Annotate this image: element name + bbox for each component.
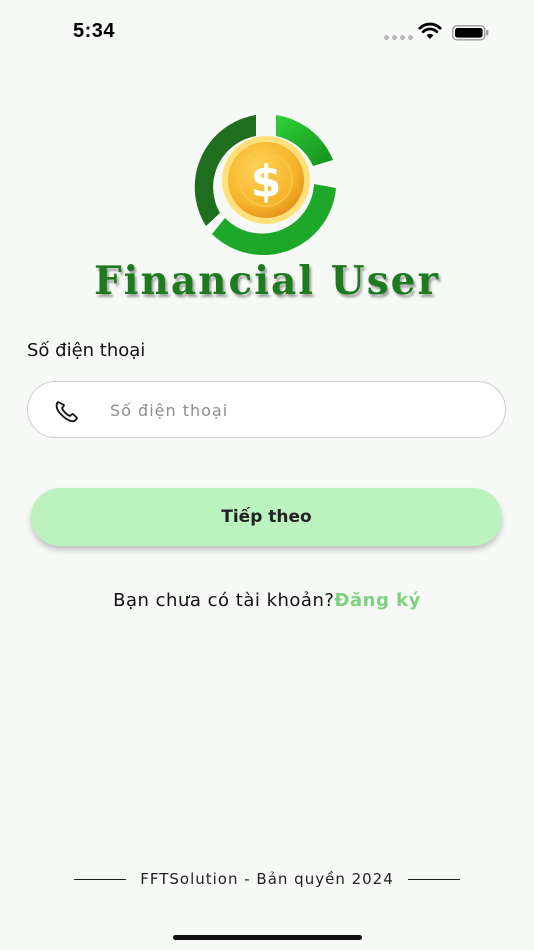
- next-button[interactable]: Tiếp theo: [31, 488, 502, 546]
- app-title: Financial User: [93, 258, 441, 304]
- signup-row: Bạn chưa có tài khoản?Đăng ký: [0, 590, 534, 611]
- battery-icon: [452, 25, 489, 41]
- signup-link[interactable]: Đăng ký: [334, 590, 420, 611]
- footer-text: FFTSolution - Bản quyền 2024: [140, 870, 394, 888]
- phone-input[interactable]: [108, 382, 492, 439]
- app-logo: $: [194, 115, 336, 256]
- wifi-icon: [418, 22, 442, 39]
- home-indicator[interactable]: [173, 935, 362, 940]
- footer: FFTSolution - Bản quyền 2024: [0, 870, 534, 888]
- phone-label: Số điện thoại: [27, 340, 146, 361]
- status-bar: 5:34: [0, 0, 534, 64]
- status-time: 5:34: [73, 20, 116, 42]
- footer-divider-left: [74, 878, 127, 880]
- phone-icon: [55, 401, 78, 423]
- signal-icon: [384, 35, 413, 40]
- footer-divider-right: [407, 878, 460, 880]
- no-account-text: Bạn chưa có tài khoản?: [113, 590, 335, 611]
- dollar-sign: $: [251, 156, 282, 207]
- phone-field[interactable]: [27, 381, 506, 439]
